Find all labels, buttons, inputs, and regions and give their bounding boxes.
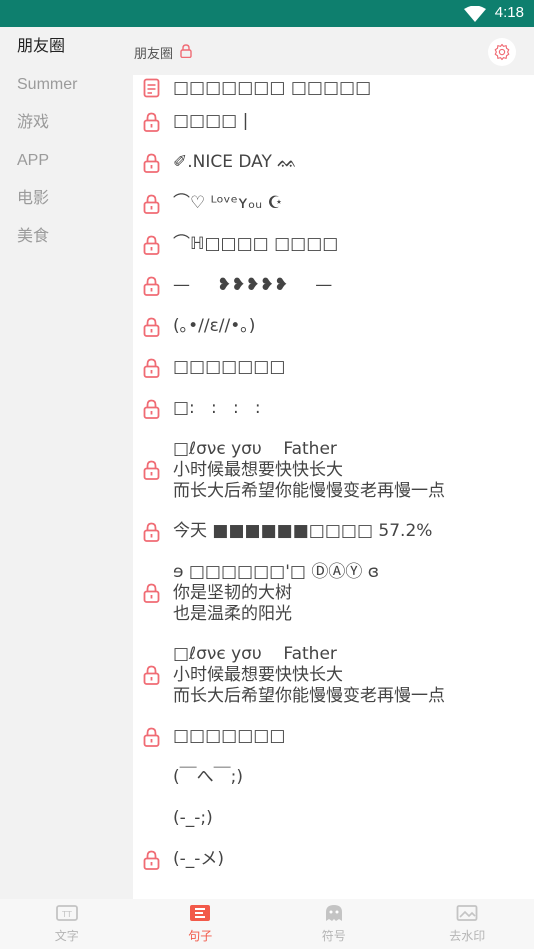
- list-item-text: (￣へ￣;): [173, 767, 243, 787]
- lock-icon: [143, 194, 160, 214]
- content-header: 朋友圈: [133, 27, 534, 75]
- lock-icon: [143, 522, 160, 542]
- list-item-text: (-_-;): [173, 808, 213, 828]
- list-item-text: (-_-メ): [173, 849, 225, 869]
- status-time: 4:18: [494, 4, 524, 21]
- note-icon: [143, 78, 160, 98]
- list-item-text: □ℓσνє уσυ Father 小时候最想要快快长大 而长大后希望你能慢慢变老…: [173, 438, 445, 501]
- lock-icon: [143, 399, 160, 419]
- list-item[interactable]: □ℓσνє уσυ Father 小时候最想要快快长大 而长大后希望你能慢慢变老…: [133, 634, 534, 716]
- list-item-text: 今天 ■■■■■■□□□□ 57.2%: [173, 521, 433, 541]
- lock-icon: [143, 665, 160, 685]
- list-item[interactable]: ⌒ℍ□□□□ □□□□: [133, 224, 534, 265]
- list-item[interactable]: □□□□ |: [133, 101, 534, 142]
- svg-text:TT: TT: [61, 910, 72, 919]
- list-item-text: (｡•//ε//•｡): [173, 316, 256, 336]
- lock-icon: [143, 460, 160, 480]
- list-item[interactable]: (￣へ￣;): [133, 757, 534, 798]
- list-item-text: — ❥❥❥❥❥ —: [173, 275, 333, 295]
- list-item-text: ɘ □□□□□□'□ ⒹⒶⓎ ɞ 你是坚韧的大树 也是温柔的阳光: [173, 561, 380, 624]
- list-item-text: □□□□□□□: [173, 726, 286, 746]
- lock-icon: [143, 276, 160, 296]
- lock-icon: [143, 235, 160, 255]
- ghost-icon: [323, 904, 345, 926]
- page-title: 朋友圈: [134, 47, 174, 62]
- list-item[interactable]: (-_-メ): [133, 839, 534, 880]
- list-item-text: □ℓσνє уσυ Father 小时候最想要快快长大 而长大后希望你能慢慢变老…: [173, 643, 445, 706]
- list-item[interactable]: 今天 ■■■■■■□□□□ 57.2%: [133, 511, 534, 552]
- list-item-text: ✐.NICE DAY ᨐ: [173, 152, 298, 172]
- list-item[interactable]: (-_-;): [133, 798, 534, 839]
- sidebar-item-movies[interactable]: 电影: [0, 180, 133, 218]
- nav-label: 句子: [188, 929, 213, 943]
- nav-label: 符号: [321, 929, 346, 943]
- nav-symbols[interactable]: 符号: [267, 899, 401, 949]
- lock-icon: [143, 358, 160, 378]
- list-item[interactable]: □□□□□□□: [133, 347, 534, 388]
- sidebar-item-food[interactable]: 美食: [0, 218, 133, 256]
- list-item-text: □□□□□□□ □□□□□: [173, 77, 372, 98]
- lock-icon: [143, 850, 160, 870]
- list-item-text: ⌒♡ ᴸᵒᵛᵉʏₒᵤ ☪: [173, 193, 283, 213]
- content-panel: 朋友圈 □□□□□□□ □□□□□ □□□□ | ✐.NICE DAY ᨐ ⌒♡ ᴸᵒ…: [133, 27, 534, 899]
- list-item[interactable]: ⌒♡ ᴸᵒᵛᵉʏₒᵤ ☪: [133, 183, 534, 224]
- lock-icon: [180, 44, 192, 58]
- list-item[interactable]: □: : : :: [133, 388, 534, 429]
- list-item[interactable]: ɘ □□□□□□'□ ⒹⒶⓎ ɞ 你是坚韧的大树 也是温柔的阳光: [133, 552, 534, 634]
- list-item[interactable]: ✐.NICE DAY ᨐ: [133, 142, 534, 183]
- list-item-text: ⌒ℍ□□□□ □□□□: [173, 234, 339, 254]
- lock-icon: [143, 112, 160, 132]
- sentence-icon: [189, 904, 211, 926]
- list-item[interactable]: — ❥❥❥❥❥ —: [133, 265, 534, 306]
- nav-sentences[interactable]: 句子: [134, 899, 268, 949]
- list-item[interactable]: (｡•//ε//•｡): [133, 306, 534, 347]
- sidebar-item-summer[interactable]: Summer: [0, 66, 133, 104]
- settings-button[interactable]: [488, 38, 516, 66]
- list-item[interactable]: □□□□□□□: [133, 716, 534, 757]
- sentence-list: □□□□□□□ □□□□□ □□□□ | ✐.NICE DAY ᨐ ⌒♡ ᴸᵒᵛᵉʏₒ…: [133, 75, 534, 880]
- lock-icon: [143, 583, 160, 603]
- list-item-text: □: : : :: [173, 398, 261, 418]
- bottom-nav: TT 文字 句子 符号 去水印: [0, 899, 534, 949]
- lock-icon: [143, 317, 160, 337]
- sidebar-item-app[interactable]: APP: [0, 142, 133, 180]
- lock-icon: [143, 153, 160, 173]
- list-item[interactable]: □ℓσνє уσυ Father 小时候最想要快快长大 而长大后希望你能慢慢变老…: [133, 429, 534, 511]
- status-bar: 4:18: [0, 0, 534, 27]
- image-icon: [456, 904, 478, 926]
- nav-text[interactable]: TT 文字: [0, 899, 134, 949]
- nav-label: 去水印: [449, 929, 486, 943]
- list-item-text: □□□□□□□: [173, 357, 286, 377]
- lock-icon: [143, 727, 160, 747]
- list-item[interactable]: □□□□□□□ □□□□□: [133, 75, 534, 101]
- nav-remove-watermark[interactable]: 去水印: [401, 899, 534, 949]
- sidebar-item-pengyouquan[interactable]: 朋友圈: [0, 28, 133, 66]
- gear-icon: [494, 43, 510, 61]
- nav-label: 文字: [54, 929, 79, 943]
- sidebar-item-games[interactable]: 游戏: [0, 104, 133, 142]
- text-icon: TT: [55, 904, 78, 926]
- list-item-text: □□□□ |: [173, 111, 249, 131]
- wifi-icon: [464, 6, 486, 22]
- category-sidebar: 朋友圈 Summer 游戏 APP 电影 美食: [0, 27, 133, 899]
